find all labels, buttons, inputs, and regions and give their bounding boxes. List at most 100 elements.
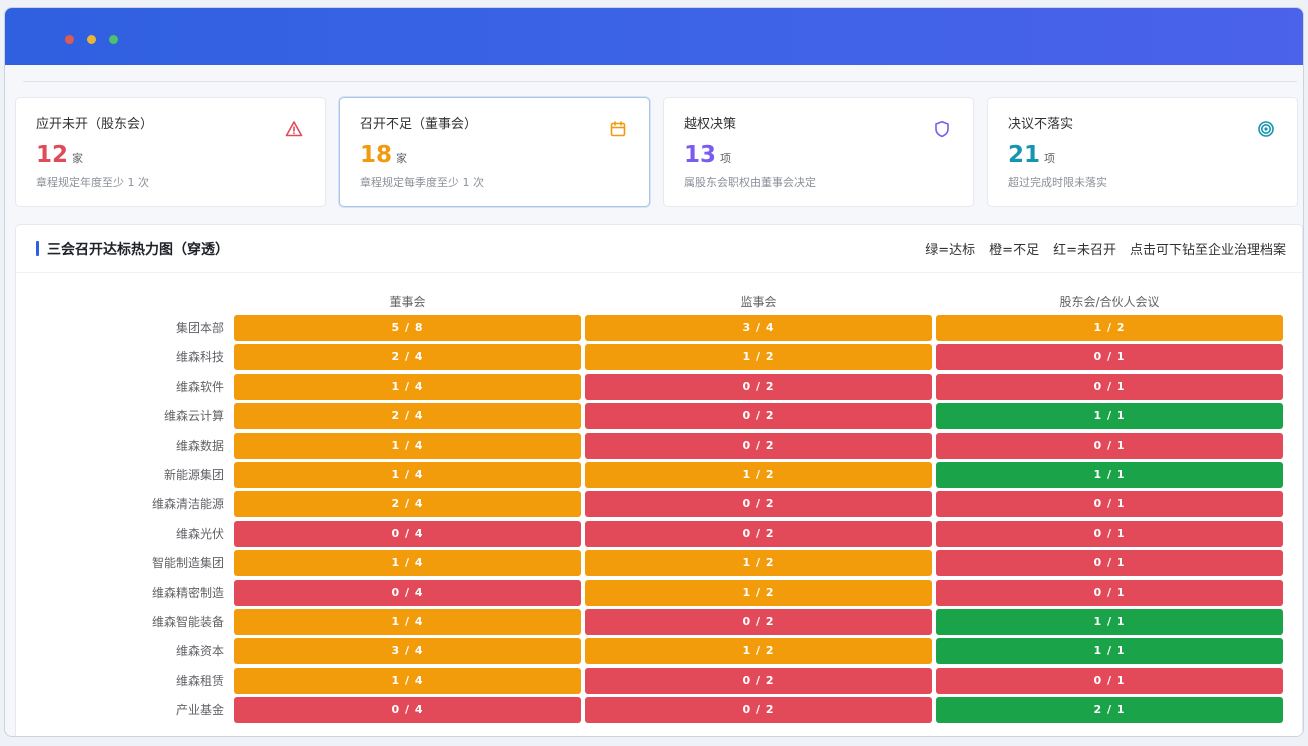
legend-green: 绿=达标 [925, 243, 976, 258]
heatmap-cell[interactable]: 0 / 4 [234, 520, 581, 547]
heatmap-cell[interactable]: 1 / 2 [585, 579, 932, 606]
heatmap-cell[interactable]: 0 / 4 [234, 579, 581, 606]
heatmap-cell[interactable]: 0 / 1 [936, 667, 1283, 694]
heatmap-row-label: 维森资本 [175, 644, 224, 659]
heatmap-cell[interactable]: 0 / 1 [936, 432, 1283, 459]
heatmap-row-label: 智能制造集团 [151, 556, 224, 571]
maximize-window-button[interactable] [109, 35, 118, 44]
heatmap-cell[interactable]: 1 / 1 [936, 461, 1283, 488]
heatmap-row: 维森云计算 2 / 40 / 21 / 1 [16, 403, 1302, 432]
kpi-card-title: 越权决策 [684, 117, 737, 132]
column-header-shareholder: 股东会/合伙人会议 [1059, 295, 1160, 309]
heatmap-row-label: 集团本部 [175, 321, 224, 335]
kpi-card-unit: 项 [720, 152, 732, 165]
heatmap-cell[interactable]: 0 / 1 [936, 373, 1283, 400]
panel-header: 三会召开达标热力图（穿透） 绿=达标 橙=不足 红=未召开 点击可下钻至企业治理… [16, 225, 1302, 273]
kpi-card-value: 18 [360, 142, 393, 168]
heatmap-cell[interactable]: 1 / 4 [234, 608, 581, 635]
heatmap-cell[interactable]: 1 / 1 [936, 403, 1283, 430]
heatmap-cell[interactable]: 1 / 2 [585, 344, 932, 371]
kpi-card-desc: 属股东会职权由董事会决定 [684, 176, 816, 189]
app-window: 应开未开（股东会） 12 家 章程规定年度至少 1 次 召开不足（董事会） 18… [4, 7, 1304, 737]
kpi-card-desc: 超过完成时限未落实 [1008, 176, 1107, 189]
heatmap-cell[interactable]: 0 / 2 [585, 373, 932, 400]
heatmap-cell[interactable]: 0 / 1 [936, 344, 1283, 371]
heatmap-cell[interactable]: 3 / 4 [234, 638, 581, 665]
heatmap-row-label: 新能源集团 [163, 467, 224, 482]
heatmap-cell[interactable]: 2 / 4 [234, 491, 581, 518]
heatmap-cell[interactable]: 0 / 2 [585, 432, 932, 459]
heatmap-column-headers: 董事会 监事会 股东会/合伙人会议 [16, 285, 1302, 315]
kpi-card-value: 12 [36, 142, 69, 168]
heatmap-grid: 董事会 监事会 股东会/合伙人会议 集团本部 5 / 83 / 41 / 2 维森科… [16, 285, 1302, 726]
heatmap-cell[interactable]: 1 / 2 [585, 461, 932, 488]
window-controls [65, 35, 118, 44]
heatmap-cell[interactable]: 0 / 2 [585, 403, 932, 430]
heatmap-cell[interactable]: 1 / 4 [234, 373, 581, 400]
heatmap-cell[interactable]: 1 / 4 [234, 667, 581, 694]
minimize-window-button[interactable] [87, 35, 96, 44]
kpi-card-title: 决议不落实 [1008, 117, 1074, 132]
heatmap-cell[interactable]: 0 / 2 [585, 491, 932, 518]
heatmap-cell[interactable]: 1 / 2 [585, 638, 932, 665]
heatmap-row-label: 产业基金 [175, 703, 224, 718]
heatmap-cell[interactable]: 5 / 8 [234, 315, 581, 341]
kpi-card-unit: 家 [72, 152, 84, 165]
heatmap-cell[interactable]: 0 / 1 [936, 520, 1283, 547]
warning-icon [285, 121, 303, 137]
divider [23, 81, 1297, 82]
kpi-card-unit: 家 [396, 152, 408, 165]
heatmap-row: 集团本部 5 / 83 / 41 / 2 [16, 315, 1302, 344]
heatmap-cell[interactable]: 0 / 1 [936, 579, 1283, 606]
heatmap-row: 维森清洁能源 2 / 40 / 20 / 1 [16, 491, 1302, 520]
heatmap-cell[interactable]: 1 / 2 [585, 550, 932, 577]
heatmap-cell[interactable]: 1 / 4 [234, 461, 581, 488]
heatmap-cell[interactable]: 0 / 2 [585, 667, 932, 694]
legend-drilldown-hint: 点击可下钻至企业治理档案 [1129, 243, 1286, 258]
kpi-card-value: 13 [684, 142, 717, 168]
title-bar [5, 8, 1303, 65]
legend-red: 红=未召开 [1053, 243, 1116, 258]
heatmap-cell[interactable]: 1 / 4 [234, 550, 581, 577]
title-accent-bar [36, 241, 39, 256]
heatmap-row: 维森智能装备 1 / 40 / 21 / 1 [16, 608, 1302, 638]
kpi-card-desc: 章程规定年度至少 1 次 [36, 176, 149, 189]
kpi-card-shareholder-not-held[interactable]: 应开未开（股东会） 12 家 章程规定年度至少 1 次 [15, 97, 326, 207]
kpi-card-ultra-vires[interactable]: 越权决策 13 项 属股东会职权由董事会决定 [663, 97, 974, 207]
heatmap-cell[interactable]: 3 / 4 [585, 315, 932, 341]
column-header-board: 董事会 [389, 295, 426, 309]
heatmap-cell[interactable]: 2 / 4 [234, 344, 581, 371]
heatmap-cell[interactable]: 1 / 2 [936, 315, 1283, 341]
heatmap-cell[interactable]: 2 / 1 [936, 697, 1283, 724]
heatmap-cell[interactable]: 0 / 1 [936, 550, 1283, 577]
heatmap-row-label: 维森科技 [175, 350, 224, 365]
kpi-card-board-insufficient[interactable]: 召开不足（董事会） 18 家 章程规定每季度至少 1 次 [339, 97, 650, 207]
heatmap-cell[interactable]: 0 / 2 [585, 697, 932, 724]
heatmap-row: 维森软件 1 / 40 / 20 / 1 [16, 373, 1302, 403]
heatmap-row: 维森精密制造 0 / 41 / 20 / 1 [16, 579, 1302, 609]
heatmap-row: 产业基金 0 / 40 / 22 / 1 [16, 697, 1302, 726]
heatmap-cell[interactable]: 0 / 2 [585, 520, 932, 547]
panel-title: 三会召开达标热力图（穿透） [47, 241, 229, 258]
heatmap-row: 维森科技 2 / 41 / 20 / 1 [16, 344, 1302, 373]
kpi-card-desc: 章程规定每季度至少 1 次 [360, 176, 484, 189]
heatmap-row-label: 维森光伏 [175, 526, 224, 541]
heatmap-cell[interactable]: 2 / 4 [234, 403, 581, 430]
heatmap-cell[interactable]: 0 / 2 [585, 608, 932, 635]
kpi-card-resolution-unimplemented[interactable]: 决议不落实 21 项 超过完成时限未落实 [987, 97, 1298, 207]
legend-orange: 橙=不足 [989, 243, 1040, 258]
heatmap-cell[interactable]: 1 / 4 [234, 432, 581, 459]
column-header-supervisory: 监事会 [740, 295, 777, 309]
heatmap-row: 维森数据 1 / 40 / 20 / 1 [16, 432, 1302, 462]
heatmap-cell[interactable]: 1 / 1 [936, 638, 1283, 665]
heatmap-row-label: 维森租赁 [175, 673, 224, 688]
kpi-card-value: 21 [1008, 142, 1041, 168]
heatmap-row-label: 维森精密制造 [151, 585, 224, 600]
heatmap-row: 智能制造集团 1 / 41 / 20 / 1 [16, 550, 1302, 579]
heatmap-cell[interactable]: 1 / 1 [936, 608, 1283, 635]
heatmap-row: 维森光伏 0 / 40 / 20 / 1 [16, 520, 1302, 550]
close-window-button[interactable] [65, 35, 74, 44]
heatmap-cell[interactable]: 0 / 4 [234, 697, 581, 724]
heatmap-row: 维森租赁 1 / 40 / 20 / 1 [16, 667, 1302, 697]
heatmap-cell[interactable]: 0 / 1 [936, 491, 1283, 518]
